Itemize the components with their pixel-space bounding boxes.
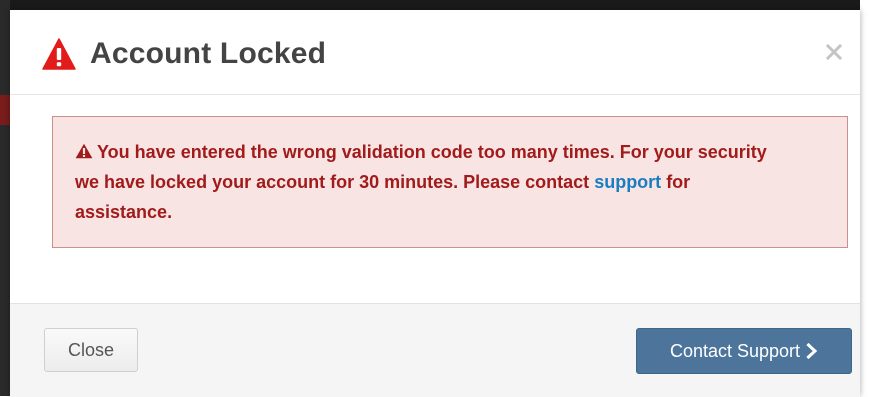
- close-button[interactable]: Close: [44, 328, 138, 372]
- modal-footer: Close Contact Support: [10, 303, 860, 397]
- chevron-right-icon: [806, 343, 818, 359]
- modal-body: You have entered the wrong validation co…: [10, 95, 860, 303]
- close-icon: [826, 44, 842, 60]
- contact-support-label: Contact Support: [669, 340, 801, 361]
- error-alert: You have entered the wrong validation co…: [52, 116, 848, 248]
- warning-triangle-icon: [42, 38, 76, 70]
- contact-support-button[interactable]: Contact Support: [636, 328, 852, 374]
- support-link[interactable]: support: [594, 172, 661, 192]
- modal-header: Account Locked: [10, 10, 860, 95]
- modal-title-group: Account Locked: [42, 34, 326, 74]
- modal-close-button[interactable]: [820, 38, 848, 66]
- backdrop-overlay-right: [860, 0, 869, 396]
- backdrop-overlay-top: [0, 0, 869, 10]
- backdrop-overlay-left: [0, 0, 10, 396]
- modal-title: Account Locked: [90, 37, 327, 70]
- background-page-fragment: [0, 95, 10, 125]
- alert-message: You have entered the wrong validation co…: [75, 137, 775, 227]
- warning-triangle-icon: [75, 143, 93, 159]
- account-locked-modal: Account Locked You have entered the wron…: [10, 10, 860, 397]
